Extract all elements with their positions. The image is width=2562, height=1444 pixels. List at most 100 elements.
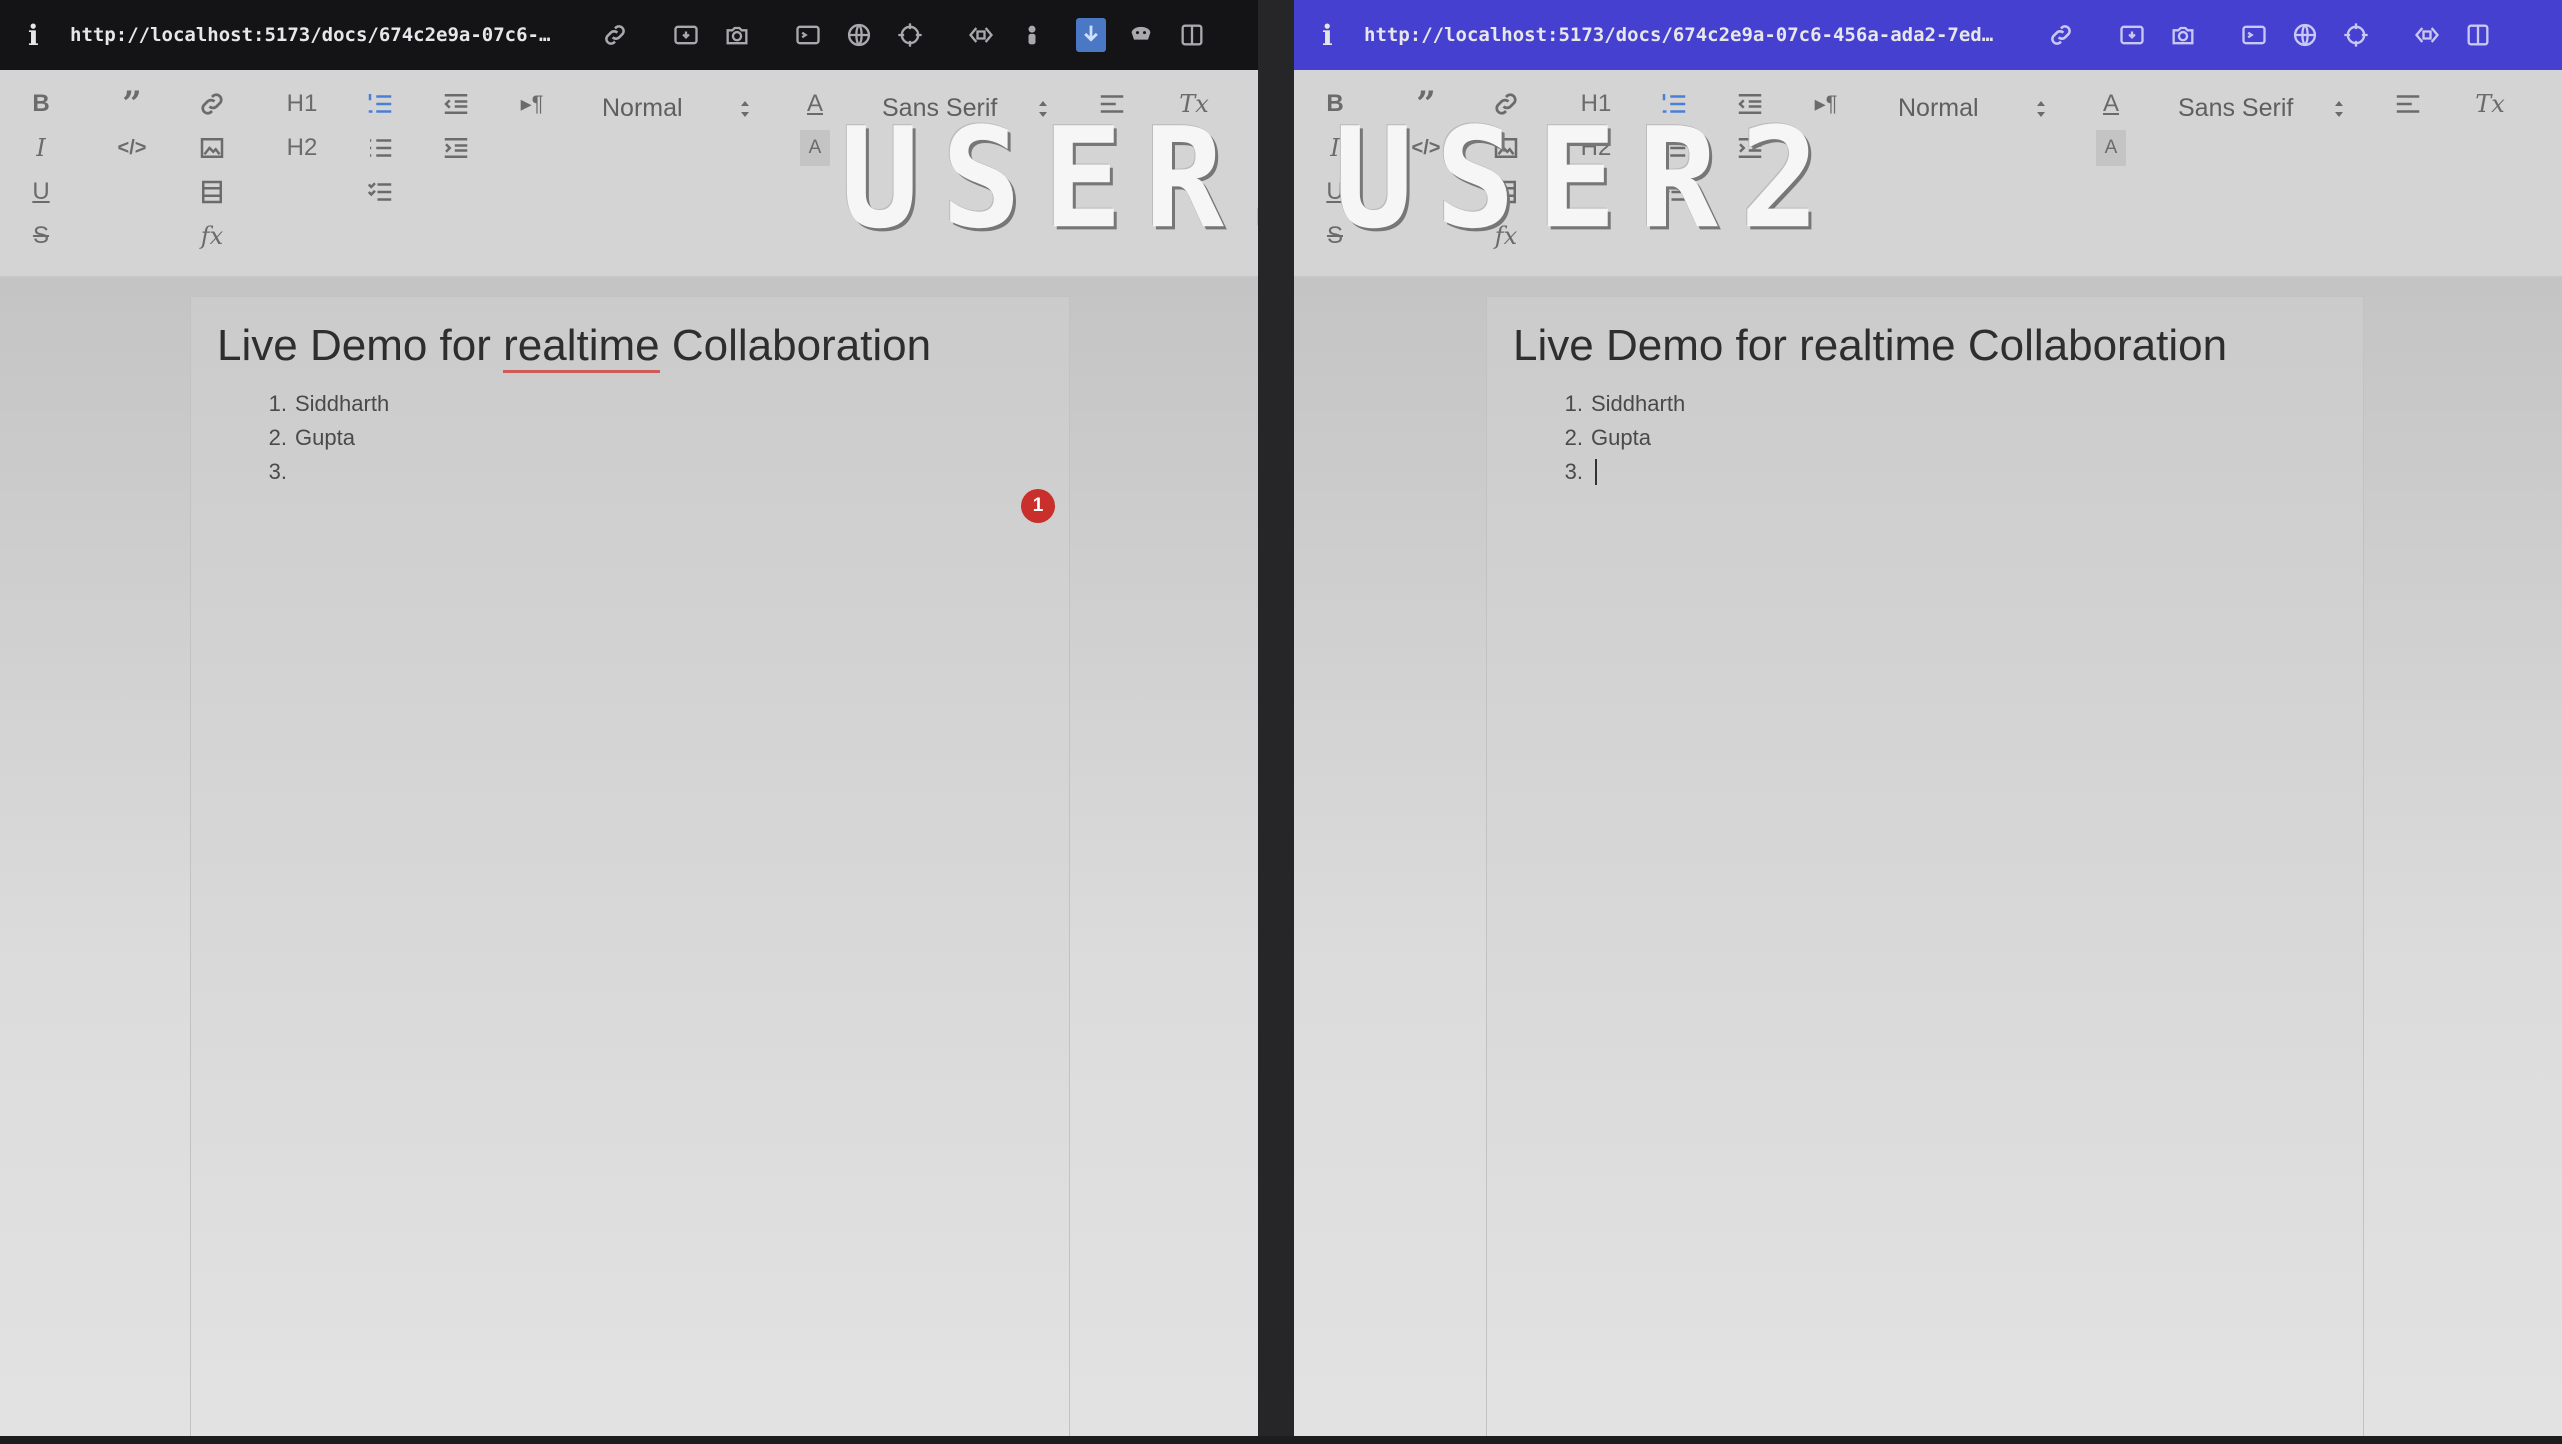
header-select-caret-icon[interactable] [738,98,752,120]
formula-icon[interactable]: fx [192,218,232,254]
address-bar[interactable]: i http://localhost:5173/docs/674c2e9a-07… [0,0,1258,70]
ordered-list[interactable]: 1. Siddharth 2. Gupta 3. [1557,391,1685,493]
video-icon[interactable] [194,174,230,210]
background-color-icon[interactable]: A [800,130,830,166]
extension-figure-icon[interactable] [1011,14,1053,56]
clear-format-icon[interactable]: Tx [1176,86,1212,122]
image-icon[interactable] [194,130,230,166]
strikethrough-icon[interactable]: S [1320,218,1350,254]
document-page[interactable]: Live Demo for realtime Collaboration 1. S… [1486,296,2364,1436]
bullet-list-icon[interactable] [362,130,398,166]
address-bar[interactable]: i http://localhost:5173/docs/674c2e9a-07… [1294,0,2562,70]
list-number: 1. [1564,391,1583,416]
split-view-icon[interactable] [1171,14,1213,56]
editor-container: Live Demo for realtime Collaboration 1. S… [1294,278,2562,1436]
crosshair-icon[interactable] [889,14,931,56]
outdent-icon[interactable] [1732,86,1768,122]
list-item-text: Siddharth [295,391,390,416]
ordered-list-icon[interactable] [362,86,398,122]
extension-cap-icon[interactable] [1120,14,1162,56]
split-view-icon[interactable] [2457,14,2499,56]
code-block-icon[interactable]: </> [112,130,152,166]
bullet-list-icon[interactable] [1656,130,1692,166]
font-select-caret-icon[interactable] [1036,98,1050,120]
ordered-list-icon[interactable] [1656,86,1692,122]
screenshot-camera-icon[interactable] [2162,14,2204,56]
font-select[interactable]: Sans Serif [2178,94,2293,123]
url-text[interactable]: http://localhost:5173/docs/674c2e9a-07c6… [70,24,550,46]
font-color-icon[interactable]: A [800,86,830,122]
site-info-icon[interactable]: i [1322,19,1364,52]
outdent-icon[interactable] [438,86,474,122]
blockquote-icon[interactable]: ” [1408,84,1444,124]
link-icon[interactable] [1488,86,1524,122]
italic-icon[interactable]: I [1320,130,1350,166]
terminal-icon[interactable] [2233,14,2275,56]
heading1-button[interactable]: H1 [1574,86,1618,122]
list-item-text: Gupta [295,425,355,450]
globe-icon[interactable] [838,14,880,56]
capture-area-icon[interactable] [665,14,707,56]
heading2-button[interactable]: H2 [280,130,324,166]
crosshair-icon[interactable] [2335,14,2377,56]
indent-icon[interactable] [438,130,474,166]
document-title[interactable]: Live Demo for realtime Collaboration [1513,321,2227,371]
indent-icon[interactable] [1732,130,1768,166]
list-item[interactable]: 2. Gupta [261,425,389,459]
list-number: 2. [268,425,287,450]
header-select-caret-icon[interactable] [2034,98,2048,120]
site-info-icon[interactable]: i [28,19,70,52]
list-number: 1. [268,391,287,416]
image-icon[interactable] [1488,130,1524,166]
editor-toolbar: B I U S ” </> fx H1 H2 ▸¶ Normal A A San… [0,70,1258,278]
download-icon[interactable] [1076,18,1106,52]
ordered-list[interactable]: 1. Siddharth 2. Gupta 3. [261,391,390,493]
align-icon[interactable] [2390,86,2426,122]
checklist-icon[interactable] [1656,174,1692,210]
list-item[interactable]: 3. [1557,459,1685,493]
font-select-caret-icon[interactable] [2332,98,2346,120]
strikethrough-icon[interactable]: S [26,218,56,254]
text-direction-icon[interactable]: ▸¶ [514,86,550,122]
copy-link-icon[interactable] [2040,14,2082,56]
screenshot-camera-icon[interactable] [716,14,758,56]
terminal-icon[interactable] [787,14,829,56]
bold-icon[interactable]: B [1320,86,1350,122]
code-brackets-icon[interactable] [960,14,1002,56]
list-item[interactable]: 2. Gupta [1557,425,1685,459]
list-item[interactable]: 1. Siddharth [261,391,390,425]
blockquote-icon[interactable]: ” [114,84,150,124]
heading1-button[interactable]: H1 [280,86,324,122]
header-select[interactable]: Normal [1898,94,1979,123]
link-icon[interactable] [194,86,230,122]
list-item[interactable]: 1. Siddharth [1557,391,1686,425]
misspelled-word[interactable]: realtime [503,321,660,373]
notification-badge[interactable]: 1 [1021,489,1055,523]
checklist-icon[interactable] [362,174,398,210]
underline-icon[interactable]: U [26,174,56,210]
capture-area-icon[interactable] [2111,14,2153,56]
clear-format-icon[interactable]: Tx [2472,86,2508,122]
copy-link-icon[interactable] [594,14,636,56]
screen-bottom-edge [0,1436,2562,1444]
align-icon[interactable] [1094,86,1130,122]
document-page[interactable]: Live Demo for realtime Collaboration 1. S… [190,296,1070,1436]
user2-browser-window: i http://localhost:5173/docs/674c2e9a-07… [1294,0,2562,1436]
font-color-icon[interactable]: A [2096,86,2126,122]
bold-icon[interactable]: B [26,86,56,122]
globe-icon[interactable] [2284,14,2326,56]
url-text[interactable]: http://localhost:5173/docs/674c2e9a-07c6… [1364,24,1993,46]
text-direction-icon[interactable]: ▸¶ [1808,86,1844,122]
italic-icon[interactable]: I [26,130,56,166]
formula-icon[interactable]: fx [1486,218,1526,254]
code-brackets-icon[interactable] [2406,14,2448,56]
heading2-button[interactable]: H2 [1574,130,1618,166]
list-item[interactable]: 3. [261,459,389,493]
code-block-icon[interactable]: </> [1406,130,1446,166]
video-icon[interactable] [1488,174,1524,210]
font-select[interactable]: Sans Serif [882,94,997,123]
background-color-icon[interactable]: A [2096,130,2126,166]
header-select[interactable]: Normal [602,94,683,123]
underline-icon[interactable]: U [1320,174,1350,210]
document-title[interactable]: Live Demo for realtime Collaboration [217,321,931,373]
